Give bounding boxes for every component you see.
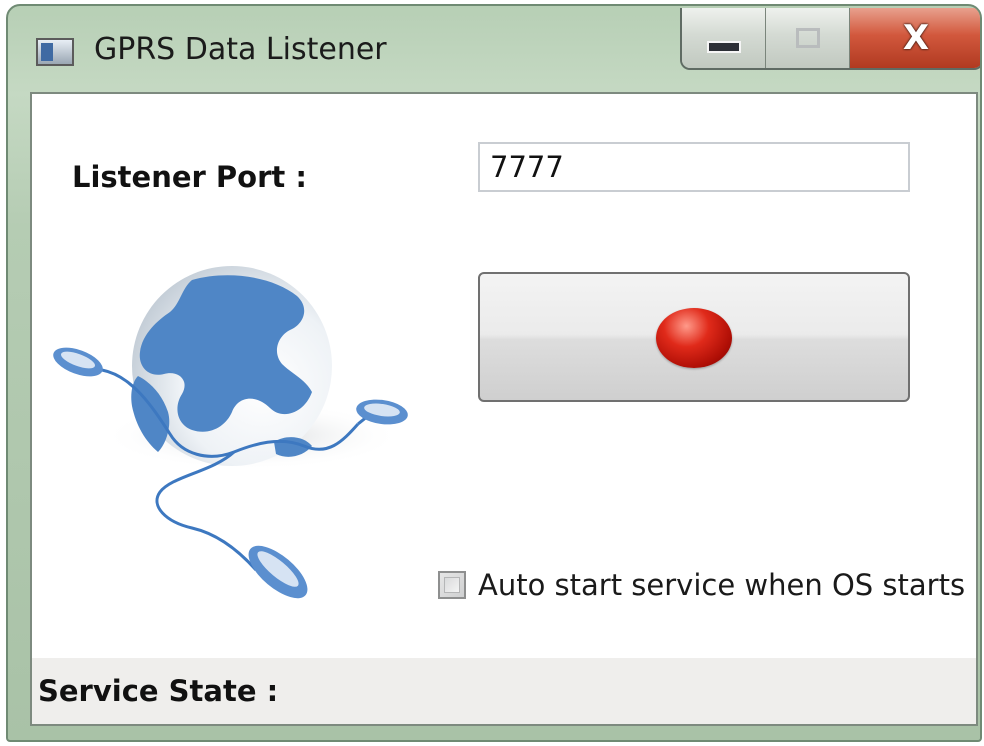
mouse-bottom-icon <box>248 545 308 599</box>
globe-illustration <box>53 266 408 599</box>
client-area: Listener Port : 7777 Auto start service … <box>30 92 978 726</box>
title-bar[interactable]: GPRS Data Listener X <box>8 6 980 92</box>
close-icon: X <box>902 18 930 58</box>
autostart-option[interactable]: Auto start service when OS starts <box>438 568 965 602</box>
maximize-icon <box>795 28 820 48</box>
mouse-left-icon <box>53 347 103 377</box>
record-icon <box>656 308 732 368</box>
start-service-button[interactable] <box>478 272 910 402</box>
close-button[interactable]: X <box>850 8 980 68</box>
minimize-button[interactable] <box>682 8 766 68</box>
service-state-label: Service State : <box>38 674 279 708</box>
listener-port-label: Listener Port : <box>72 160 307 194</box>
app-window-icon[interactable] <box>36 38 74 66</box>
listener-port-input[interactable] <box>478 142 910 192</box>
autostart-checkbox[interactable] <box>438 571 466 599</box>
maximize-button[interactable] <box>766 8 850 68</box>
status-bar: Service State : <box>32 658 976 724</box>
app-window: GPRS Data Listener X Listener Port : 777… <box>6 4 982 742</box>
autostart-label: Auto start service when OS starts <box>478 568 966 602</box>
window-title: GPRS Data Listener <box>94 32 387 67</box>
caption-buttons: X <box>680 8 980 70</box>
minimize-icon <box>706 41 741 53</box>
